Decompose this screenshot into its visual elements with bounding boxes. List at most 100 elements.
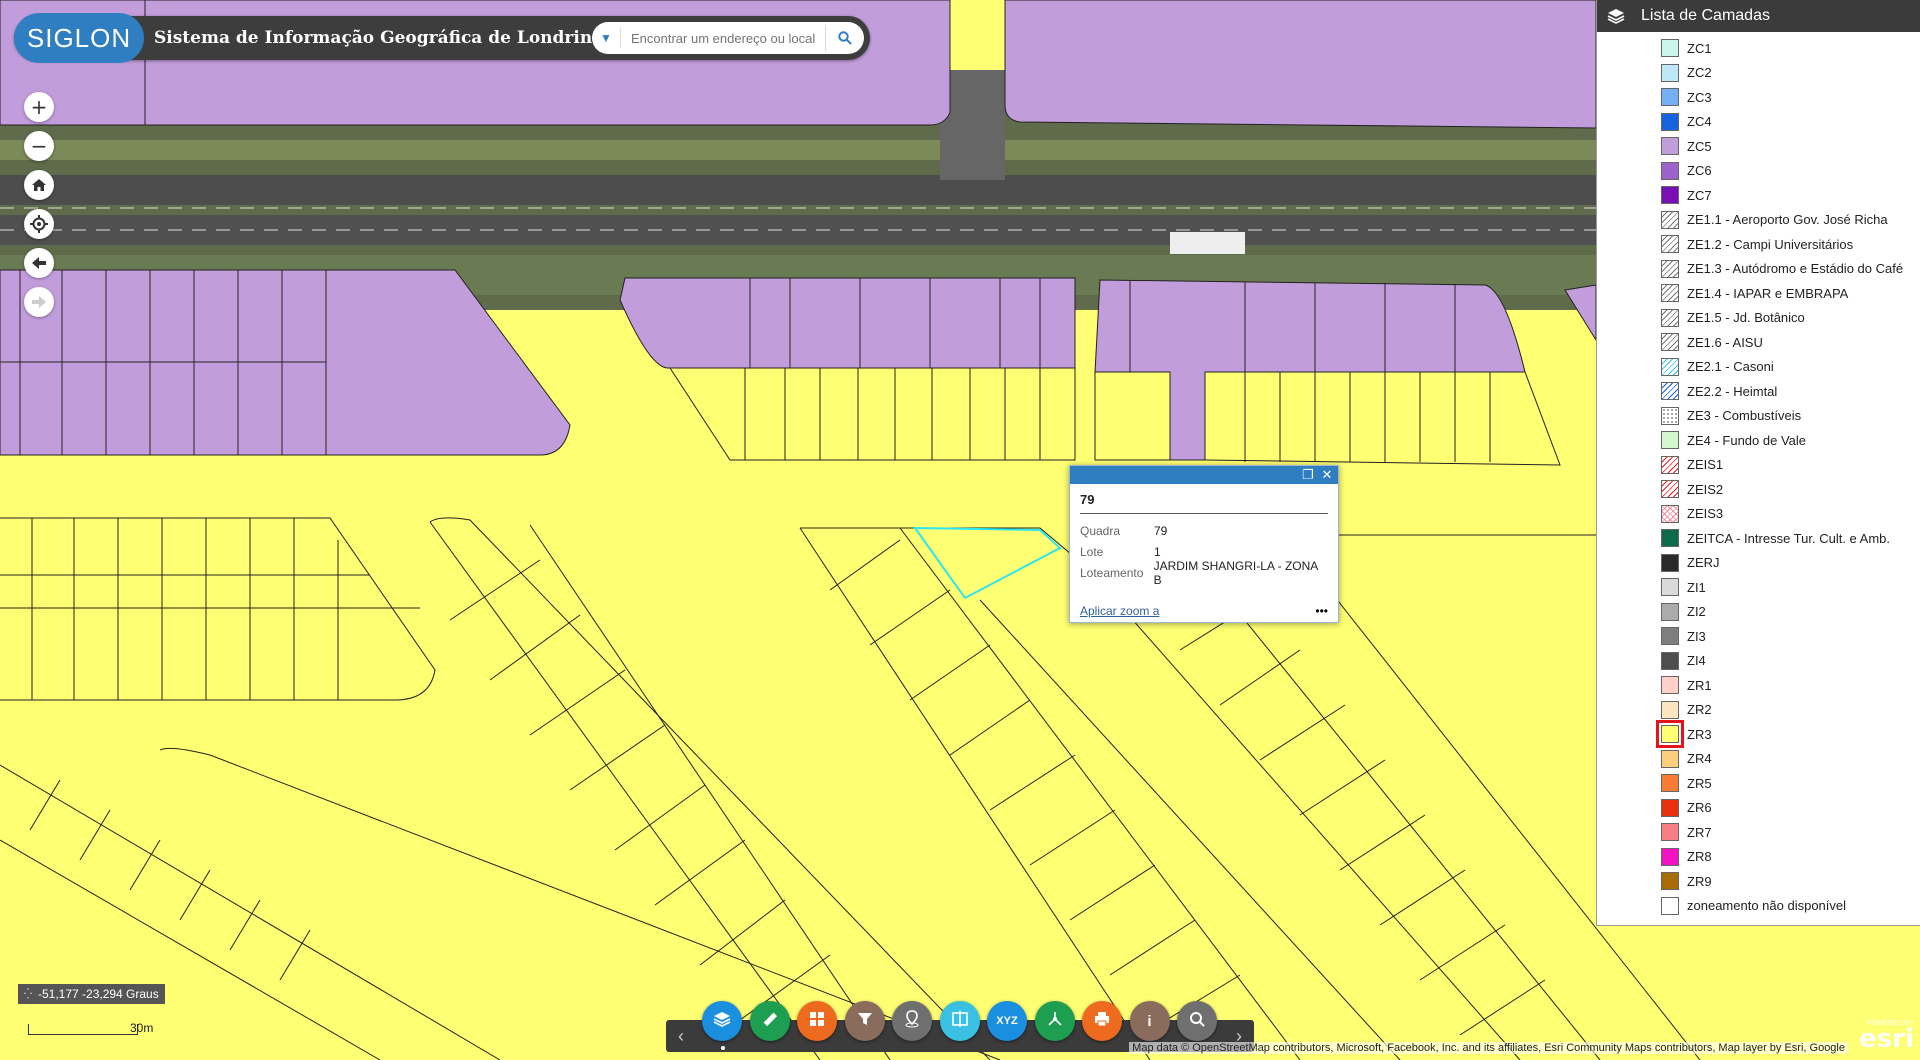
legend-label: ZE2.1 - Casoni <box>1687 359 1774 375</box>
tool-share-button[interactable] <box>1034 1001 1075 1041</box>
legend-item[interactable]: ZE1.4 - IAPAR e EMBRAPA <box>1597 281 1920 306</box>
legend-item[interactable]: ZC4 <box>1597 110 1920 135</box>
legend-swatch <box>1661 259 1679 278</box>
tool-print-button[interactable] <box>1082 1001 1122 1041</box>
legend-item[interactable]: ZE2.2 - Heimtal <box>1597 379 1920 404</box>
zoom-out-button[interactable]: − <box>24 131 54 161</box>
legend-label: ZE1.4 - IAPAR e EMBRAPA <box>1687 285 1849 301</box>
maximize-icon[interactable]: ❐ <box>1300 467 1316 483</box>
coordinate-text: -51,177 -23,294 Graus <box>37 987 159 1001</box>
esri-logo: POWERED BY esri <box>1856 1020 1914 1058</box>
arrow-left-icon <box>32 257 46 269</box>
legend-item[interactable]: ZI2 <box>1597 600 1920 625</box>
legend-item[interactable]: ZE3 - Combustíveis <box>1597 404 1920 429</box>
caret-down-icon[interactable]: ▼ <box>592 28 621 48</box>
legend-swatch <box>1661 749 1679 768</box>
legend-swatch <box>1661 333 1679 352</box>
back-button[interactable] <box>24 248 54 278</box>
toolbar-prev-button[interactable]: ‹ <box>666 1020 696 1052</box>
legend-swatch <box>1661 823 1679 842</box>
legend-item[interactable]: ZEIS2 <box>1597 477 1920 502</box>
app-title: Sistema de Informação Geográfica de Lond… <box>154 28 604 48</box>
legend-item[interactable]: ZE1.2 - Campi Universitários <box>1597 232 1920 257</box>
legend-label: ZI1 <box>1687 579 1706 595</box>
swipe-icon <box>951 1010 969 1032</box>
legend-item[interactable]: ZE1.5 - Jd. Botânico <box>1597 306 1920 331</box>
tool-geolocate-button[interactable] <box>892 1001 932 1041</box>
legend-swatch <box>1661 700 1679 719</box>
legend-item[interactable]: ZE2.1 - Casoni <box>1597 355 1920 380</box>
legend-item[interactable]: zoneamento não disponível <box>1597 894 1920 919</box>
search-input[interactable] <box>629 23 825 53</box>
legend-item[interactable]: ZC3 <box>1597 85 1920 110</box>
legend-swatch <box>1661 431 1679 450</box>
legend-item[interactable]: ZE1.3 - Autódromo e Estádio do Café <box>1597 257 1920 282</box>
legend-item[interactable]: ZC1 <box>1597 36 1920 61</box>
legend-item[interactable]: ZR4 <box>1597 747 1920 772</box>
legend-item[interactable]: ZR8 <box>1597 845 1920 870</box>
legend-item[interactable]: ZR2 <box>1597 698 1920 723</box>
tool-filter-button[interactable] <box>844 1001 885 1041</box>
legend-label: ZC6 <box>1687 163 1712 179</box>
zoom-in-button[interactable]: + <box>24 92 54 122</box>
print-icon <box>1093 1010 1111 1032</box>
tool-layers-button[interactable] <box>702 1001 742 1041</box>
tool-xyz-button[interactable]: XYZ <box>987 1001 1027 1041</box>
legend-item[interactable]: ZR9 <box>1597 869 1920 894</box>
locate-button[interactable] <box>24 209 54 239</box>
legend-item[interactable]: ZEIS3 <box>1597 502 1920 527</box>
tool-basemap-button[interactable] <box>797 1001 837 1041</box>
chevron-left-icon: ‹ <box>678 1025 684 1046</box>
legend-swatch <box>1661 774 1679 793</box>
legend-swatch <box>1661 406 1679 425</box>
layers-panel-header: Lista de Camadas <box>1597 0 1920 32</box>
zoom-to-link[interactable]: Aplicar zoom a <box>1080 604 1159 618</box>
tool-measure-button[interactable] <box>749 1001 790 1041</box>
legend-item[interactable]: ZE4 - Fundo de Vale <box>1597 428 1920 453</box>
home-button[interactable] <box>24 170 54 200</box>
legend-item[interactable]: ZR1 <box>1597 673 1920 698</box>
legend-swatch <box>1661 553 1679 572</box>
legend-item[interactable]: ZEITCA - Intresse Tur. Cult. e Amb. <box>1597 526 1920 551</box>
legend-item[interactable]: ZI3 <box>1597 624 1920 649</box>
popup-row: Loteamento JARDIM SHANGRI-LA - ZONA B <box>1080 559 1328 587</box>
active-tool-indicator <box>721 1046 725 1050</box>
legend-swatch <box>1661 480 1679 499</box>
legend-label: ZR1 <box>1687 677 1712 693</box>
legend-label: ZE1.1 - Aeroporto Gov. José Richa <box>1687 212 1888 228</box>
more-icon[interactable]: ••• <box>1315 604 1328 618</box>
search-button[interactable] <box>825 25 864 51</box>
legend-item[interactable]: ZC7 <box>1597 183 1920 208</box>
legend-label: ZEIS1 <box>1687 457 1724 473</box>
legend-item[interactable]: ZE1.1 - Aeroporto Gov. José Richa <box>1597 208 1920 233</box>
legend-item[interactable]: ZR5 <box>1597 771 1920 796</box>
tool-query-button[interactable] <box>1177 1001 1217 1041</box>
legend-item[interactable]: ZI4 <box>1597 649 1920 674</box>
siglon-logo[interactable]: SIGLON <box>14 13 144 63</box>
legend-item[interactable]: ZERJ <box>1597 551 1920 576</box>
legend-label: ZI2 <box>1687 604 1706 620</box>
legend-label: ZR3 <box>1687 726 1712 742</box>
legend-label: ZE4 - Fundo de Vale <box>1687 432 1806 448</box>
legend-item[interactable]: ZC5 <box>1597 134 1920 159</box>
popup-titlebar: ❐ ✕ <box>1070 466 1338 484</box>
legend-label: ZC7 <box>1687 187 1712 203</box>
legend-item[interactable]: ZC6 <box>1597 159 1920 184</box>
tool-info-button[interactable]: i <box>1129 1001 1170 1041</box>
legend-swatch <box>1661 186 1679 205</box>
legend-item[interactable]: ZI1 <box>1597 575 1920 600</box>
tool-swipe-button[interactable] <box>939 1001 980 1041</box>
popup-key: Lote <box>1080 544 1104 559</box>
legend-item[interactable]: ZE1.6 - AISU <box>1597 330 1920 355</box>
legend-label: ZE1.6 - AISU <box>1687 334 1763 350</box>
forward-button[interactable] <box>24 287 54 317</box>
legend-item[interactable]: ZR3 <box>1597 720 1920 749</box>
close-icon[interactable]: ✕ <box>1319 467 1335 483</box>
legend-label: ZC2 <box>1687 65 1712 81</box>
legend-label: ZR6 <box>1687 800 1712 816</box>
legend-label: ZE2.2 - Heimtal <box>1687 383 1778 399</box>
legend-item[interactable]: ZC2 <box>1597 61 1920 86</box>
legend-item[interactable]: ZEIS1 <box>1597 453 1920 478</box>
legend-item[interactable]: ZR7 <box>1597 820 1920 845</box>
legend-item[interactable]: ZR6 <box>1597 796 1920 821</box>
